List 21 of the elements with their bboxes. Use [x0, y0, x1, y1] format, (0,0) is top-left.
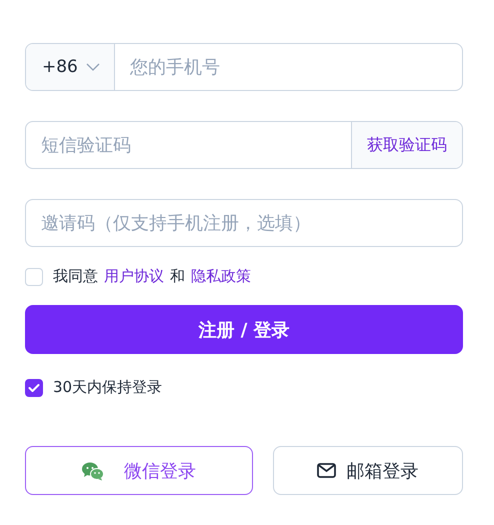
- chat-bubbles-icon: [82, 460, 104, 480]
- country-code-select[interactable]: +86: [26, 44, 115, 90]
- get-code-button[interactable]: 获取验证码: [351, 122, 462, 168]
- remember-label: 30天内保持登录: [53, 378, 162, 397]
- sms-code-field[interactable]: 短信验证码 获取验证码: [25, 121, 463, 169]
- chevron-down-icon: [86, 63, 100, 71]
- remember-checkbox[interactable]: [25, 378, 43, 396]
- agreement-checkbox[interactable]: [25, 268, 43, 286]
- register-login-button[interactable]: 注册 / 登录: [25, 305, 463, 354]
- user-agreement-link[interactable]: 用户协议: [104, 267, 164, 286]
- privacy-policy-link[interactable]: 隐私政策: [191, 267, 251, 286]
- invite-code-input[interactable]: 邀请码（仅支持手机注册，选填）: [26, 200, 462, 246]
- wechat-login-button[interactable]: 微信登录: [25, 446, 253, 495]
- envelope-icon: [317, 463, 336, 478]
- checkmark-icon: [28, 382, 40, 392]
- phone-field[interactable]: +86 您的手机号: [25, 43, 463, 91]
- and-text: 和: [170, 267, 185, 286]
- phone-input[interactable]: 您的手机号: [114, 44, 462, 90]
- sms-code-input[interactable]: 短信验证码: [26, 122, 351, 168]
- agree-text: 我同意: [53, 267, 98, 286]
- email-login-button[interactable]: 邮箱登录: [272, 446, 463, 495]
